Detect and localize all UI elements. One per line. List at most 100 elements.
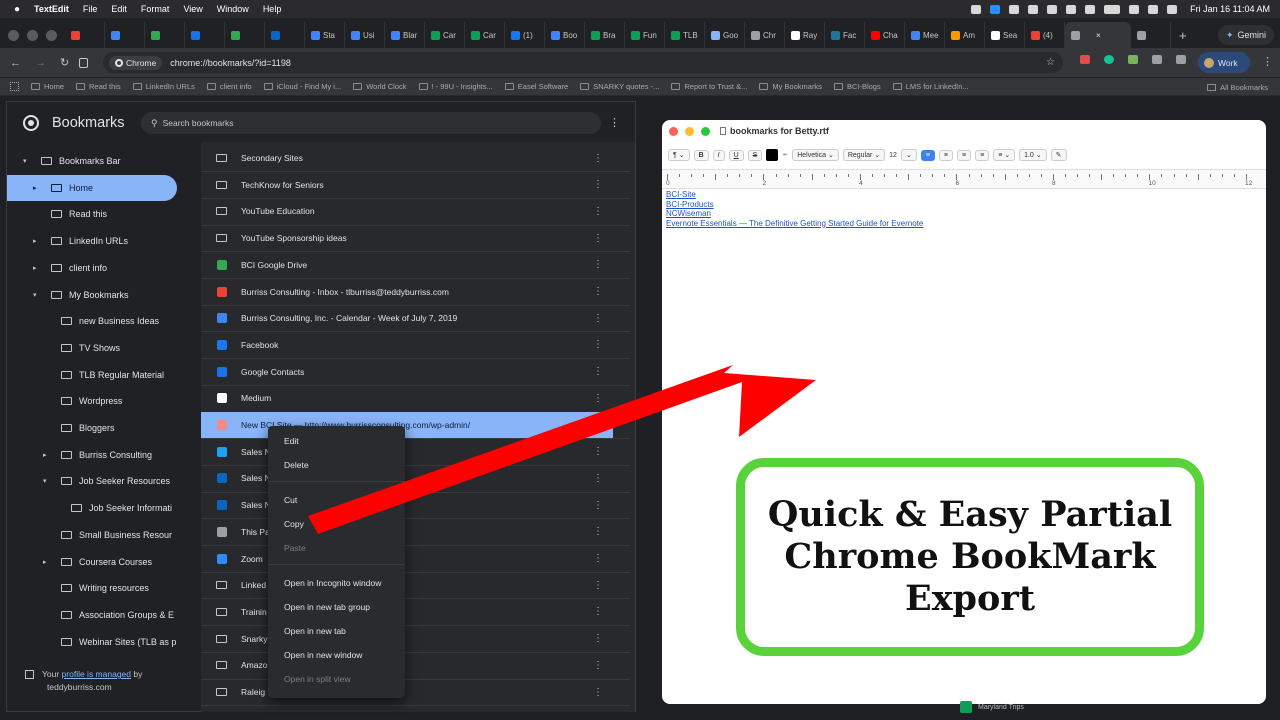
bookmark-folder-row[interactable]: Amazo ⋮ [201, 652, 613, 678]
caret-right-icon[interactable]: ▸ [33, 264, 37, 272]
tab-item[interactable]: (4) [1025, 22, 1065, 48]
star-icon[interactable]: ☆ [1046, 57, 1055, 68]
row-menu-icon[interactable]: ⋮ [593, 366, 603, 377]
row-menu-icon[interactable]: ⋮ [593, 580, 603, 591]
menu-help[interactable]: Help [263, 4, 282, 14]
caret-right-icon[interactable]: ▸ [43, 558, 47, 566]
wifi-icon[interactable] [1085, 4, 1096, 14]
tab-item[interactable] [65, 22, 105, 48]
row-menu-icon[interactable]: ⋮ [593, 393, 603, 404]
tree-folder-item[interactable]: Small Business Resour [7, 522, 197, 548]
bookmarks-bar-item[interactable]: LMS for LinkedIn... [892, 82, 969, 91]
tree-folder-item[interactable]: Bloggers [7, 415, 197, 441]
bookmarks-bar-item[interactable]: client info [206, 82, 252, 91]
bookmark-folder-row[interactable]: Raleig ⋮ [201, 679, 613, 705]
tab-item[interactable] [185, 22, 225, 48]
tab-item[interactable]: (1) [505, 22, 545, 48]
tab-item[interactable]: Car [465, 22, 505, 48]
bookmarks-bar-item[interactable]: ! - 99U - Insights... [418, 82, 493, 91]
underline-button[interactable]: U [728, 149, 744, 161]
context-menu-item[interactable]: Open in new tab group [284, 602, 370, 612]
context-menu-item[interactable]: Copy [284, 519, 304, 529]
extension-red-icon[interactable] [1080, 55, 1090, 64]
row-menu-icon[interactable]: ⋮ [593, 687, 603, 698]
tab-item[interactable]: Car [425, 22, 465, 48]
bookmarks-bar-item[interactable]: Home [31, 82, 64, 91]
tab-item[interactable] [265, 22, 305, 48]
tree-folder-item[interactable]: Read this [7, 201, 197, 227]
bookmarks-bar-item[interactable]: World Clock [353, 82, 407, 91]
tree-folder-item[interactable]: Webinar Sites (TLB as p [7, 629, 197, 655]
highlight-icon[interactable]: ✒ [782, 151, 788, 159]
tab-item[interactable]: Ray [785, 22, 825, 48]
caret-right-icon[interactable]: ▸ [33, 184, 37, 192]
bookmarks-bar-item[interactable]: BCI-Blogs [833, 82, 881, 91]
context-menu-item[interactable]: Cut [284, 495, 297, 505]
tab-item[interactable]: Goo [705, 22, 745, 48]
row-menu-icon[interactable]: ⋮ [593, 660, 603, 671]
minimize-button[interactable] [685, 126, 694, 136]
caret-right-icon[interactable]: ▸ [33, 237, 37, 245]
tree-folder-item[interactable]: ▾ My Bookmarks [7, 282, 197, 308]
bookmark-folder-row[interactable]: Linked ⋮ [201, 572, 613, 598]
battery-icon[interactable] [1104, 4, 1121, 14]
bookmarks-bar-item[interactable]: Easel Software [504, 82, 568, 91]
pencil-icon[interactable]: ✎ [1050, 149, 1067, 161]
apple-menu-icon[interactable]: ● [14, 4, 20, 15]
row-menu-icon[interactable]: ⋮ [593, 473, 603, 484]
back-icon[interactable]: ← [10, 57, 21, 69]
row-menu-icon[interactable]: ⋮ [593, 286, 603, 297]
reload-icon[interactable]: ↻ [60, 56, 69, 69]
tab-item[interactable]: Usi [345, 22, 385, 48]
new-tab-icon[interactable]: + [1179, 28, 1187, 43]
gemini-button[interactable]: ✦ Gemini [1217, 25, 1274, 45]
row-menu-icon[interactable]: ⋮ [593, 633, 603, 644]
row-menu-icon[interactable]: ⋮ [593, 259, 603, 270]
menu-format[interactable]: Format [141, 4, 170, 14]
bookmark-folder-row[interactable]: YouTube Education ⋮ [201, 198, 613, 224]
app-menu-textedit[interactable]: TextEdit [34, 4, 69, 14]
bookmark-row[interactable]: BCI Google Drive ⋮ [201, 252, 613, 278]
context-menu-item[interactable]: Open in new tab [284, 626, 346, 636]
bookmark-row[interactable]: Sales N ⋮ [201, 492, 613, 518]
context-menu-item[interactable]: Open in new window [284, 650, 362, 660]
tree-folder-item[interactable]: ▸ client info [7, 255, 197, 281]
bookmarks-bar-item[interactable]: Report to Trust &... [671, 82, 747, 91]
dropbox-icon[interactable] [1009, 4, 1020, 14]
tab-item[interactable]: Cha [865, 22, 905, 48]
row-menu-icon[interactable]: ⋮ [593, 606, 603, 617]
row-menu-icon[interactable]: ⋮ [593, 526, 603, 537]
align-center-button[interactable]: ≡ [938, 149, 953, 161]
tree-folder-item[interactable]: TV Shows [7, 335, 197, 361]
bookmark-row[interactable]: Zoom ⋮ [201, 546, 613, 572]
all-bookmarks-button[interactable]: All Bookmarks [1207, 78, 1268, 96]
chrome-chip[interactable]: Chrome [109, 55, 163, 70]
menu-view[interactable]: View [183, 4, 202, 14]
context-menu-item[interactable]: Edit [284, 436, 299, 446]
bookmark-folder-row[interactable]: Trainin ⋮ [201, 599, 613, 625]
tab-item[interactable]: Am [945, 22, 985, 48]
extension-evernote-icon[interactable] [1128, 55, 1138, 64]
close-window-button[interactable] [8, 29, 19, 41]
bookmarks-bar-item[interactable]: SNARKY quotes -... [580, 82, 659, 91]
bookmark-row[interactable]: Sales N ⋮ [201, 439, 613, 465]
tab-item[interactable]: Fun [625, 22, 665, 48]
ruler[interactable]: 0 2 4 6 8 10 12 [662, 169, 1266, 189]
extensions-puzzle-icon[interactable] [1152, 55, 1162, 64]
bookmarks-bar-item[interactable]: My Bookmarks [759, 82, 822, 91]
managed-link[interactable]: profile is managed [62, 669, 131, 679]
font-style-select[interactable]: Regular ⌄ [842, 149, 886, 161]
shield-status-icon[interactable] [1028, 4, 1039, 14]
search-input[interactable]: ⚲ Search bookmarks [141, 112, 601, 134]
document-body[interactable]: BCI-Site BCI-Products NCWiseman Evernote Es… [666, 190, 1262, 228]
tab-item[interactable] [225, 22, 265, 48]
extension-grammarly-icon[interactable] [1104, 55, 1114, 64]
organize-menu-icon[interactable]: ⋮ [609, 116, 620, 129]
zoom-status-icon[interactable] [990, 4, 1001, 14]
document-link[interactable]: Evernote Essentials — The Definitive Get… [666, 219, 1262, 229]
row-menu-icon[interactable]: ⋮ [593, 206, 603, 217]
document-link[interactable]: BCI-Products [666, 200, 1262, 210]
row-menu-icon[interactable]: ⋮ [593, 420, 603, 431]
tab-item[interactable]: Blar [385, 22, 425, 48]
side-panel-icon[interactable] [79, 57, 89, 68]
